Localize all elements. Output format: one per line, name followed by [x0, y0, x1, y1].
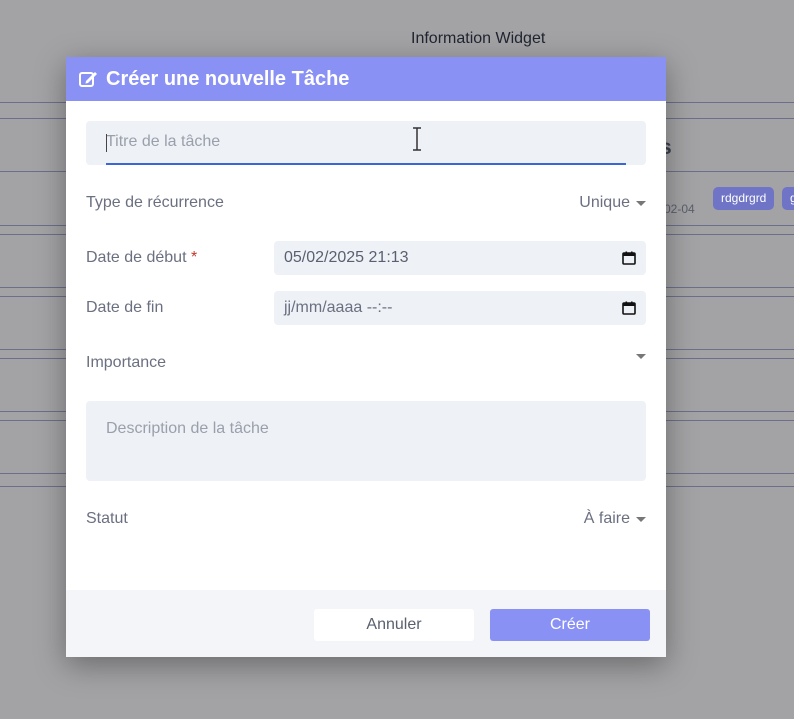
required-mark: * — [190, 249, 198, 266]
recurrence-value: Unique — [579, 194, 630, 211]
modal-footer: Annuler Créer — [66, 590, 666, 657]
modal-title: Créer une nouvelle Tâche — [106, 67, 350, 90]
start-date-value: 05/02/2025 21:13 — [284, 249, 409, 266]
end-date-placeholder: jj/mm/aaaa --:-- — [284, 299, 393, 316]
description-textarea[interactable]: Description de la tâche — [86, 401, 646, 481]
importance-label: Importance — [86, 354, 167, 371]
end-date-label: Date de fin — [86, 299, 164, 316]
status-value: À faire — [583, 510, 630, 527]
caret-down-icon — [636, 200, 646, 206]
calendar-icon[interactable] — [622, 251, 636, 265]
tag-badge: rdgdrgrd — [713, 187, 775, 210]
caret-down-icon — [636, 354, 646, 359]
edit-icon — [79, 72, 97, 87]
widget-title: Information Widget — [411, 30, 546, 47]
recurrence-label: Type de récurrence — [86, 194, 224, 211]
background-date: 02-04 — [664, 202, 695, 216]
modal-header: Créer une nouvelle Tâche — [66, 57, 666, 101]
recurrence-select[interactable]: Unique — [579, 194, 646, 212]
task-title-input[interactable] — [106, 121, 626, 165]
importance-select[interactable] — [630, 354, 646, 359]
caret-down-icon — [636, 516, 646, 522]
text-cursor-icon — [413, 127, 421, 151]
end-date-input[interactable]: jj/mm/aaaa --:-- — [274, 291, 646, 325]
start-date-input[interactable]: 05/02/2025 21:13 — [274, 241, 646, 275]
start-date-label-text: Date de début — [86, 249, 187, 266]
task-title-field[interactable] — [86, 121, 646, 165]
create-button[interactable]: Créer — [490, 609, 650, 641]
create-task-modal: Créer une nouvelle Tâche Type de récurre… — [66, 57, 666, 657]
tag-badge: g — [782, 187, 794, 210]
cancel-button[interactable]: Annuler — [314, 609, 474, 641]
status-label: Statut — [86, 510, 128, 527]
status-select[interactable]: À faire — [584, 510, 646, 528]
calendar-icon[interactable] — [622, 301, 636, 315]
start-date-label: Date de début * — [86, 249, 197, 267]
text-caret — [106, 134, 107, 152]
description-placeholder: Description de la tâche — [106, 420, 269, 437]
